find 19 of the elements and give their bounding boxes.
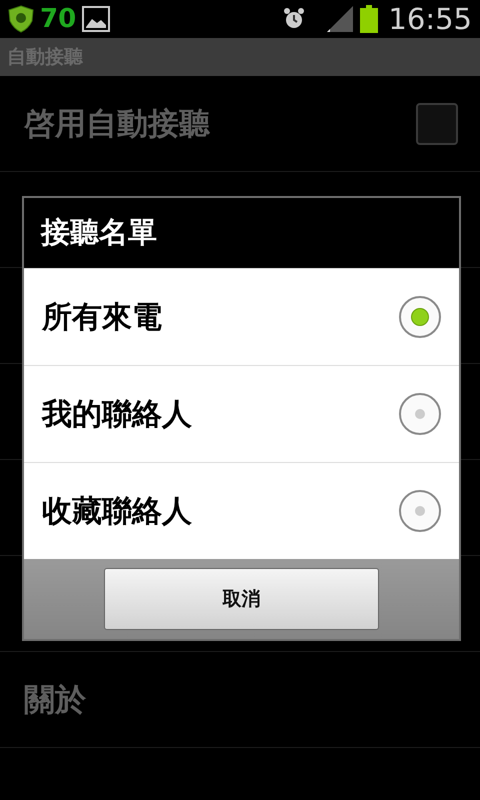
alarm-clock-icon (282, 7, 306, 31)
option-label: 所有來電 (42, 298, 163, 336)
clock-time: 16:55 (388, 2, 472, 36)
option-row[interactable]: 所有來電 (24, 268, 459, 365)
option-row[interactable]: 我的聯絡人 (24, 365, 459, 462)
option-label: 我的聯絡人 (42, 396, 193, 434)
option-label: 收藏聯絡人 (42, 492, 193, 530)
checkbox[interactable] (416, 102, 458, 144)
signal-icon (326, 5, 354, 33)
shield-icon[interactable] (8, 5, 34, 33)
battery-icon (360, 5, 378, 33)
dialog-title: 接聽名單 (41, 214, 157, 251)
notification-count: 70 (40, 4, 76, 34)
radio-button[interactable] (399, 393, 441, 435)
option-row[interactable]: 收藏聯絡人 (24, 462, 459, 559)
radio-button[interactable] (399, 490, 441, 532)
radio-button[interactable] (399, 296, 441, 338)
cancel-button[interactable]: 取消 (104, 568, 379, 630)
image-icon[interactable] (82, 6, 110, 32)
